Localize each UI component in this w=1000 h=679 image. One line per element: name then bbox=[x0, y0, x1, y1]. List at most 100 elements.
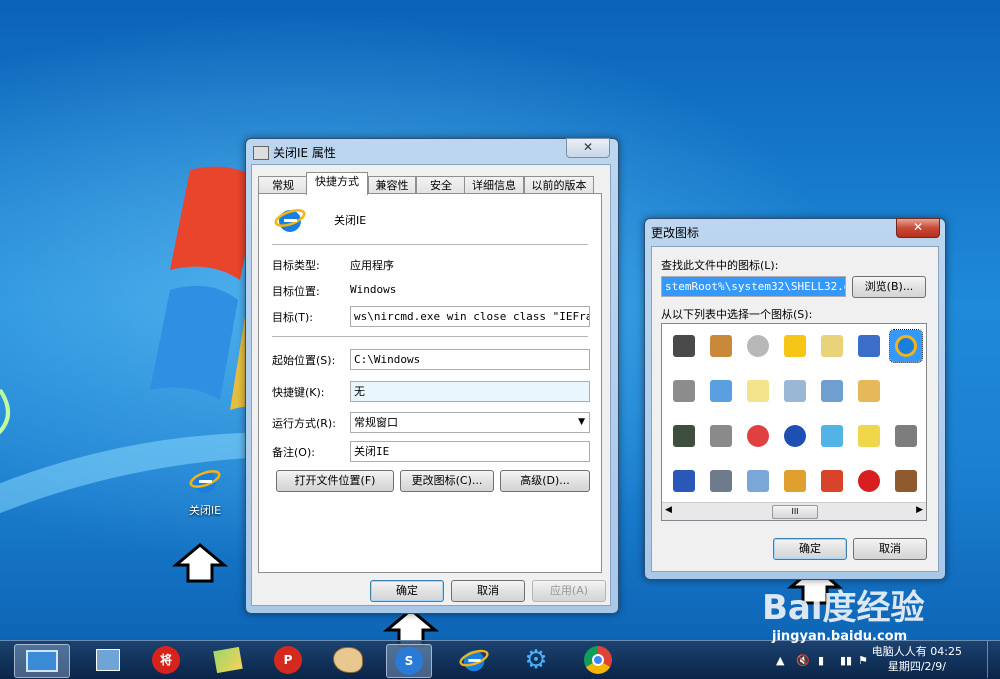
key-glyph bbox=[784, 470, 806, 492]
chevron-left-icon[interactable]: ◀ bbox=[665, 505, 672, 515]
taskbar-item-paint[interactable] bbox=[326, 644, 370, 676]
baidu-watermark: Bai度经验 jingyan.baidu.com bbox=[762, 580, 925, 644]
show-desktop-corner[interactable] bbox=[987, 641, 1000, 678]
change-icon-title: 更改图标 bbox=[651, 226, 700, 240]
taskbar-item-network[interactable] bbox=[86, 644, 130, 676]
watermark-url: jingyan.baidu.com bbox=[772, 629, 908, 644]
magnifier-icon[interactable] bbox=[779, 375, 811, 407]
pda-icon[interactable] bbox=[705, 330, 737, 362]
show-hidden-icons-icon[interactable]: ▲ bbox=[776, 654, 784, 667]
ok-button[interactable]: 确定 bbox=[773, 538, 847, 560]
target-field[interactable]: ws\nircmd.exe win close class "IEFrame" bbox=[350, 306, 590, 327]
chrome-icon bbox=[584, 646, 612, 674]
blank-icon[interactable] bbox=[890, 375, 922, 407]
taskbar-item-s-app[interactable]: S bbox=[386, 644, 432, 678]
s-app-icon: S bbox=[395, 647, 423, 675]
taskbar-item-p-app[interactable]: P bbox=[266, 644, 310, 676]
magnifier-glyph bbox=[784, 380, 806, 402]
camera-icon[interactable] bbox=[705, 420, 737, 452]
taskbar-item-ie[interactable] bbox=[452, 644, 496, 676]
cancel-button[interactable]: 取消 bbox=[853, 538, 927, 560]
printer-setup-glyph bbox=[895, 425, 917, 447]
monitor-window-glyph bbox=[821, 425, 843, 447]
internet-explorer-icon[interactable] bbox=[889, 329, 923, 363]
show-desktop-button[interactable] bbox=[14, 644, 70, 678]
select-icon-label: 从以下列表中选择一个图标(S): bbox=[661, 308, 813, 321]
star-icon[interactable] bbox=[779, 330, 811, 362]
start-in-field[interactable]: C:\Windows bbox=[350, 349, 590, 370]
printer-setup-icon[interactable] bbox=[890, 420, 922, 452]
comment-field[interactable]: 关闭IE bbox=[350, 441, 590, 462]
advanced-button[interactable]: 高级(D)... bbox=[500, 470, 590, 492]
window-icon bbox=[253, 146, 269, 160]
flag-icon[interactable]: ⚑ bbox=[858, 654, 868, 667]
speaker-icon[interactable] bbox=[705, 465, 737, 497]
desktop-shortcut-close-ie[interactable]: 关闭IE bbox=[175, 465, 235, 518]
key-icon[interactable] bbox=[779, 465, 811, 497]
dvd-rw-icon[interactable] bbox=[742, 330, 774, 362]
ok-button[interactable]: 确定 bbox=[370, 580, 444, 602]
calendar-folder-icon[interactable] bbox=[816, 330, 848, 362]
network-signal-icon[interactable]: ▮▮ bbox=[840, 654, 852, 667]
network-icon bbox=[96, 649, 120, 671]
hard-drive-glyph bbox=[673, 425, 695, 447]
cd-disc-icon[interactable] bbox=[742, 420, 774, 452]
checklist-icon[interactable] bbox=[853, 330, 885, 362]
printer-icon[interactable] bbox=[668, 375, 700, 407]
software-install-icon[interactable] bbox=[890, 465, 922, 497]
mobile-phone-icon[interactable] bbox=[668, 330, 700, 362]
control-panel-icon[interactable] bbox=[742, 465, 774, 497]
shortcut-key-label: 快捷键(K): bbox=[272, 386, 325, 399]
chevron-right-icon[interactable]: ▶ bbox=[916, 505, 923, 515]
new-document-glyph bbox=[747, 380, 769, 402]
monitor-window-icon[interactable] bbox=[816, 420, 848, 452]
usb-device-icon[interactable]: ▮ bbox=[818, 654, 824, 667]
book-icon[interactable] bbox=[668, 465, 700, 497]
horizontal-scrollbar[interactable]: ◀ III ▶ bbox=[662, 502, 926, 520]
divider bbox=[272, 244, 588, 245]
paint-palette-icon bbox=[333, 647, 363, 673]
target-type-value: 应用程序 bbox=[350, 259, 394, 272]
blank-glyph bbox=[895, 380, 917, 402]
taskbar-item-gear[interactable]: ⚙ bbox=[514, 644, 558, 676]
power-icon[interactable] bbox=[816, 465, 848, 497]
internet-explorer-icon bbox=[189, 470, 221, 493]
taskbar-item-chrome[interactable] bbox=[576, 644, 620, 676]
help-icon[interactable] bbox=[779, 420, 811, 452]
search-scanner-icon[interactable] bbox=[853, 420, 885, 452]
icon-file-path-field[interactable]: stemRoot%\system32\SHELL32.dll bbox=[661, 276, 846, 297]
software-install-glyph bbox=[895, 470, 917, 492]
clock[interactable]: 电脑人人有 04:25 星期四/2/9/ bbox=[872, 644, 962, 674]
control-panel-glyph bbox=[747, 470, 769, 492]
shortcut-name: 关闭IE bbox=[334, 214, 367, 227]
properties-title: 关闭IE 属性 bbox=[273, 146, 336, 160]
change-icon-button[interactable]: 更改图标(C)... bbox=[400, 470, 494, 492]
scanner-icon[interactable] bbox=[705, 375, 737, 407]
taskbar-item-files[interactable] bbox=[206, 644, 250, 676]
checklist-glyph bbox=[858, 335, 880, 357]
shortcut-key-field[interactable]: 无 bbox=[350, 381, 590, 402]
network-settings-icon[interactable] bbox=[816, 375, 848, 407]
taskbar-item-chess[interactable]: 将 bbox=[144, 644, 188, 676]
browse-button[interactable]: 浏览(B)... bbox=[852, 276, 926, 298]
tab-shortcut[interactable]: 快捷方式 bbox=[306, 172, 368, 195]
dvd-rw-glyph bbox=[747, 335, 769, 357]
close-button[interactable]: ✕ bbox=[896, 218, 940, 238]
apply-button[interactable]: 应用(A) bbox=[532, 580, 606, 602]
close-button[interactable]: ✕ bbox=[566, 138, 610, 158]
icon-list[interactable]: ◀ III ▶ bbox=[661, 323, 927, 521]
mobile-phone-glyph bbox=[673, 335, 695, 357]
no-entry-icon[interactable] bbox=[853, 465, 885, 497]
internet-explorer-icon bbox=[459, 649, 489, 672]
scroll-thumb[interactable]: III bbox=[772, 505, 818, 519]
volume-muted-icon[interactable]: 🔇 bbox=[796, 654, 810, 667]
locked-folder-icon[interactable] bbox=[853, 375, 885, 407]
cancel-button[interactable]: 取消 bbox=[451, 580, 525, 602]
clock-time: 电脑人人有 04:25 bbox=[871, 645, 962, 658]
hard-drive-icon[interactable] bbox=[668, 420, 700, 452]
run-select-value: 常规窗口 bbox=[354, 416, 398, 429]
run-select[interactable]: 常规窗口 ▼ bbox=[350, 412, 590, 433]
open-file-location-button[interactable]: 打开文件位置(F) bbox=[276, 470, 394, 492]
new-document-icon[interactable] bbox=[742, 375, 774, 407]
files-icon bbox=[213, 646, 243, 674]
